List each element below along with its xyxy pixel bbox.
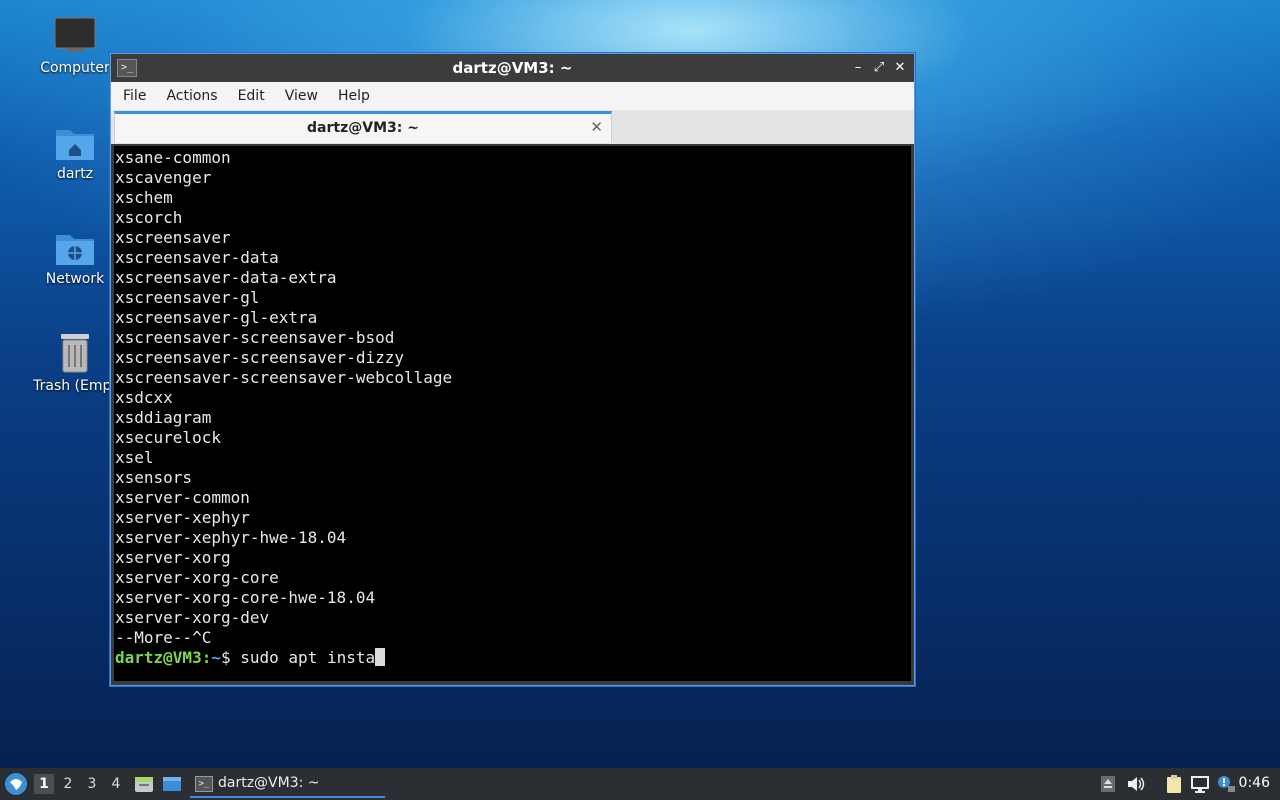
terminal-line: xsddiagram	[115, 408, 212, 427]
terminal-line: xscreensaver-gl	[115, 288, 260, 307]
menu-edit[interactable]: Edit	[228, 82, 275, 110]
menu-file[interactable]: File	[113, 82, 156, 110]
clock[interactable]: 0:46	[1239, 775, 1270, 791]
terminal-line: xsel	[115, 448, 154, 467]
prompt-separator: :	[201, 648, 212, 667]
prompt-path: ~	[211, 648, 221, 667]
minimize-button[interactable]: –	[849, 59, 867, 77]
desktop-icon-label: dartz	[56, 166, 94, 182]
terminal-line: xserver-xorg-dev	[115, 608, 270, 627]
task-label: dartz@VM3: ~	[218, 775, 320, 791]
upload-icon[interactable]	[1098, 774, 1118, 794]
terminal-line: xscreensaver-data	[115, 248, 279, 267]
terminal-line: xscreensaver	[115, 228, 231, 247]
prompt-symbol: $	[220, 648, 231, 667]
desktop-icon-computer[interactable]: Computer	[27, 16, 123, 76]
menu-bar: File Actions Edit View Help	[111, 82, 914, 110]
file-manager-icon[interactable]	[134, 774, 154, 794]
terminal-icon: >_	[195, 776, 213, 792]
desktop-icon-label: Trash (Empt	[33, 378, 117, 394]
workspace-3[interactable]: 3	[82, 774, 102, 794]
terminal-line: xsdcxx	[115, 388, 173, 407]
window-titlebar[interactable]: >_ dartz@VM3: ~ – ⤢ ✕	[111, 54, 914, 82]
tab-terminal[interactable]: dartz@VM3: ~ ✕	[114, 111, 612, 143]
tab-bar: dartz@VM3: ~ ✕	[111, 110, 914, 144]
terminal-line: xserver-xephyr	[115, 508, 250, 527]
show-desktop-icon[interactable]	[162, 774, 182, 794]
menu-actions[interactable]: Actions	[156, 82, 227, 110]
workspace-2[interactable]: 2	[58, 774, 78, 794]
taskbar-task-terminal[interactable]: >_ dartz@VM3: ~	[190, 770, 385, 798]
start-menu-icon[interactable]	[4, 772, 28, 796]
menu-view[interactable]: View	[275, 82, 328, 110]
tab-title: dartz@VM3: ~	[307, 120, 419, 136]
terminal-output[interactable]: xsane-common xscavenger xschem xscorch x…	[114, 146, 911, 681]
window-title: dartz@VM3: ~	[452, 59, 573, 77]
terminal-line: xsecurelock	[115, 428, 221, 447]
terminal-line: xschem	[115, 188, 173, 207]
terminal-line: xscreensaver-data-extra	[115, 268, 337, 287]
volume-icon[interactable]	[1126, 774, 1146, 794]
workspace-4[interactable]: 4	[106, 774, 126, 794]
terminal-line: xsane-common	[115, 148, 231, 167]
close-button[interactable]: ✕	[891, 59, 909, 77]
prompt-command[interactable]: sudo apt insta	[231, 648, 375, 667]
terminal-window: >_ dartz@VM3: ~ – ⤢ ✕ File Actions Edit Vie…	[110, 53, 915, 686]
network-folder-icon	[56, 235, 94, 265]
desktop-icon-label: Computer	[40, 60, 110, 76]
clipboard-icon[interactable]	[1164, 774, 1184, 794]
terminal-line: xscreensaver-screensaver-webcollage	[115, 368, 453, 387]
taskbar: 1 2 3 4 >_ dartz@VM3: ~ 0:46	[0, 768, 1280, 800]
terminal-line: xscavenger	[115, 168, 212, 187]
trash-icon	[61, 334, 89, 373]
network-icon[interactable]	[1190, 774, 1210, 794]
terminal-line: xsensors	[115, 468, 193, 487]
prompt-user-host: dartz@VM3	[115, 648, 202, 667]
desktop-icon-network[interactable]: Network	[27, 227, 123, 287]
terminal-line: --More--^C	[115, 628, 212, 647]
terminal-line: xscreensaver-gl-extra	[115, 308, 318, 327]
terminal-line: xserver-xorg-core	[115, 568, 279, 587]
workspace-1[interactable]: 1	[34, 774, 54, 794]
terminal-line: xserver-xephyr-hwe-18.04	[115, 528, 347, 547]
terminal-prompt-line: dartz@VM3:~$ sudo apt insta	[115, 648, 911, 668]
desktop-icon-label: Network	[45, 271, 105, 287]
terminal-line: xscorch	[115, 208, 183, 227]
maximize-button[interactable]: ⤢	[870, 59, 888, 77]
home-folder-icon	[56, 130, 94, 160]
terminal-line: xserver-common	[115, 488, 250, 507]
desktop-icon-trash[interactable]: Trash (Empt	[27, 330, 123, 394]
text-cursor	[375, 648, 386, 666]
terminal-line: xserver-xorg-core-hwe-18.04	[115, 588, 376, 607]
terminal-line: xscreensaver-screensaver-bsod	[115, 328, 395, 347]
desktop-icon-home[interactable]: dartz	[27, 122, 123, 182]
tab-close-icon[interactable]: ✕	[590, 118, 603, 136]
terminal-line: xserver-xorg	[115, 548, 231, 567]
monitor-icon	[54, 17, 96, 52]
terminal-line: xscreensaver-screensaver-dizzy	[115, 348, 404, 367]
terminal-lines: xsane-common xscavenger xschem xscorch x…	[114, 146, 911, 668]
menu-help[interactable]: Help	[328, 82, 380, 110]
notification-icon[interactable]	[1216, 774, 1236, 794]
